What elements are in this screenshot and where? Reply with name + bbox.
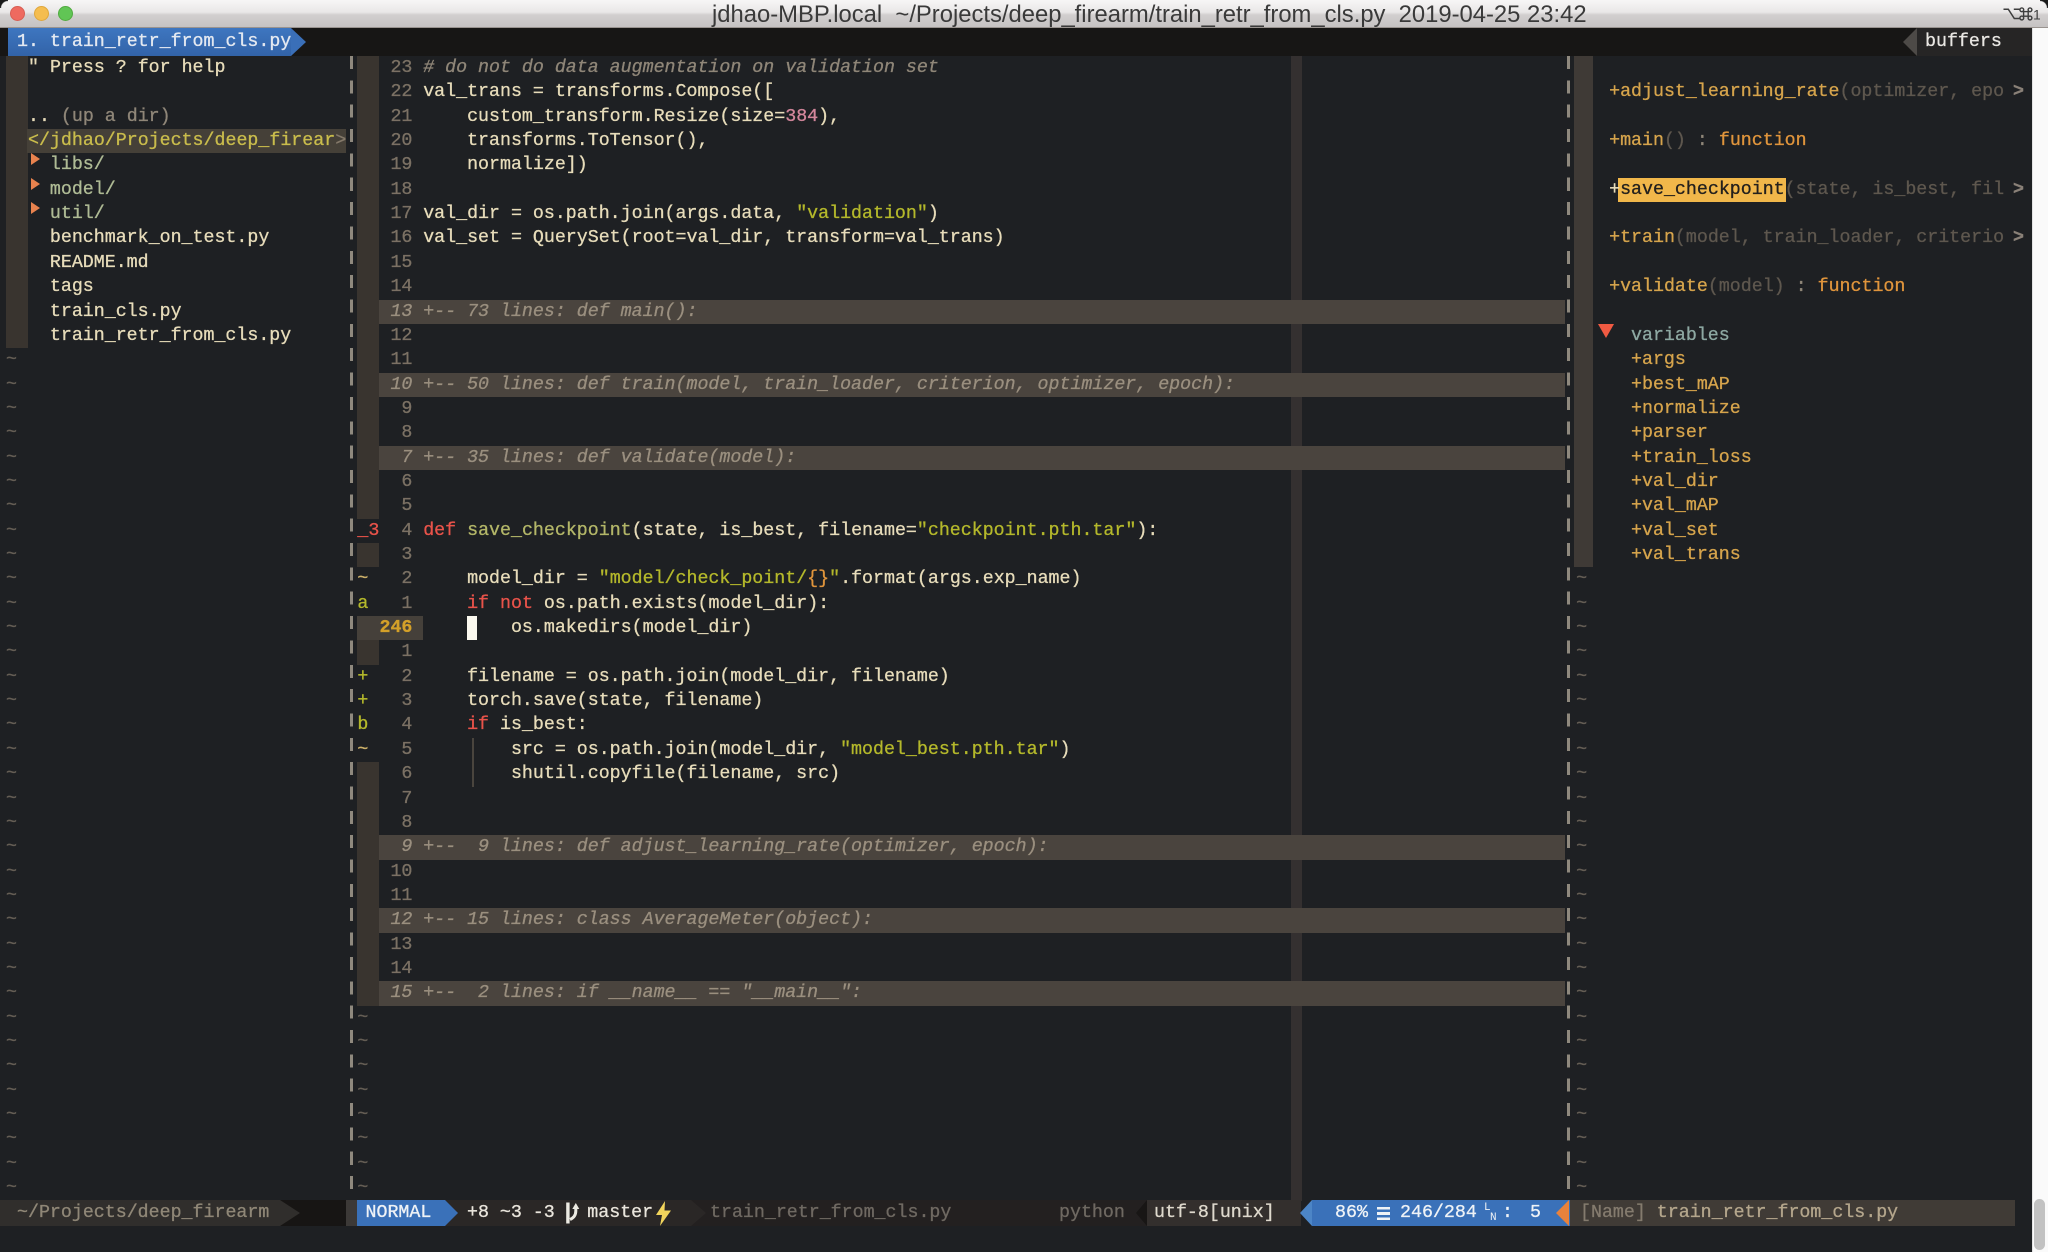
- svg-text:1: 1: [2033, 7, 2040, 22]
